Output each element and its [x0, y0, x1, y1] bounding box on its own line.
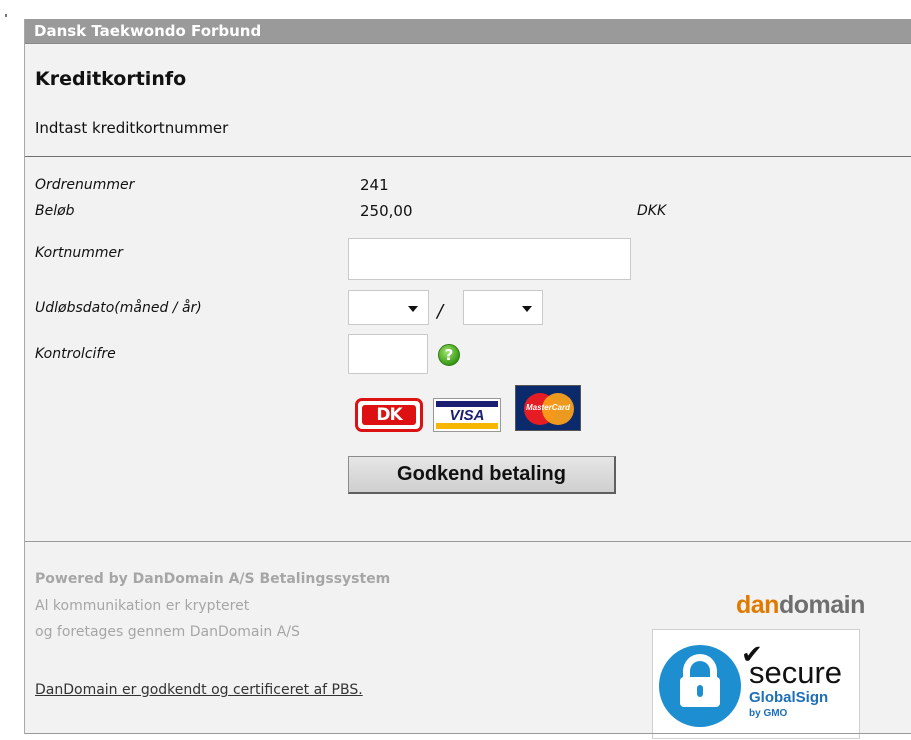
cvc-label: Kontrolcifre [35, 346, 116, 362]
page-title: Kreditkortinfo [35, 68, 187, 90]
expiry-month-select[interactable] [348, 290, 429, 325]
pbs-certified-link[interactable]: DanDomain er godkendt og certificeret af… [35, 682, 363, 698]
visa-logo: VISA [433, 398, 501, 432]
order-number-label: Ordrenummer [35, 177, 135, 193]
globalsign-text: GlobalSign [749, 689, 829, 706]
currency-label: DKK [637, 203, 667, 219]
card-number-input[interactable] [348, 238, 631, 280]
encryption-note-2: og foretages gennem DanDomain A/S [35, 624, 300, 640]
mastercard-logo: MasterCard [515, 385, 581, 431]
amount-value: 250,00 [360, 202, 413, 220]
edge-mark [5, 14, 7, 17]
mastercard-logo-text: MasterCard [525, 403, 570, 412]
dandomain-logo: dandomain [736, 591, 865, 620]
card-number-label: Kortnummer [35, 245, 123, 261]
payment-window: Dansk Taekwondo Forbund Kreditkortinfo I… [24, 19, 911, 739]
globalsign-secure-seal[interactable]: ✔ secure GlobalSign by GMO [652, 629, 860, 739]
visa-logo-text: VISA [449, 407, 485, 424]
left-margin [0, 0, 12, 740]
cvc-input[interactable] [348, 334, 428, 374]
page-subtitle: Indtast kreditkortnummer [35, 119, 229, 137]
expiry-label: Udløbsdato(måned / år) [35, 300, 202, 316]
bottom-border [25, 733, 911, 734]
expiry-separator: / [437, 301, 444, 322]
footer-divider [25, 541, 911, 542]
divider [25, 156, 911, 157]
chevron-down-icon [408, 306, 418, 312]
amount-label: Beløb [35, 203, 75, 219]
dandomain-logo-part2: domain [778, 591, 865, 619]
window-title: Dansk Taekwondo Forbund [25, 19, 911, 44]
lock-keyhole [697, 685, 703, 697]
dankort-logo: DK [355, 398, 423, 432]
dandomain-logo-part1: dan [736, 591, 779, 619]
expiry-year-select[interactable] [463, 290, 543, 325]
order-number-value: 241 [360, 176, 389, 194]
secure-text: secure [749, 655, 843, 690]
chevron-down-icon [522, 306, 532, 312]
approve-payment-button[interactable]: Godkend betaling [348, 456, 616, 494]
dankort-logo-text: DK [362, 405, 416, 425]
help-icon[interactable]: ? [438, 344, 460, 366]
encryption-note: Al kommunikation er krypteret [35, 598, 250, 614]
visa-band-bottom [436, 423, 498, 429]
powered-by-text: Powered by DanDomain A/S Betalingssystem [35, 571, 391, 587]
gmo-text: by GMO [749, 708, 788, 719]
